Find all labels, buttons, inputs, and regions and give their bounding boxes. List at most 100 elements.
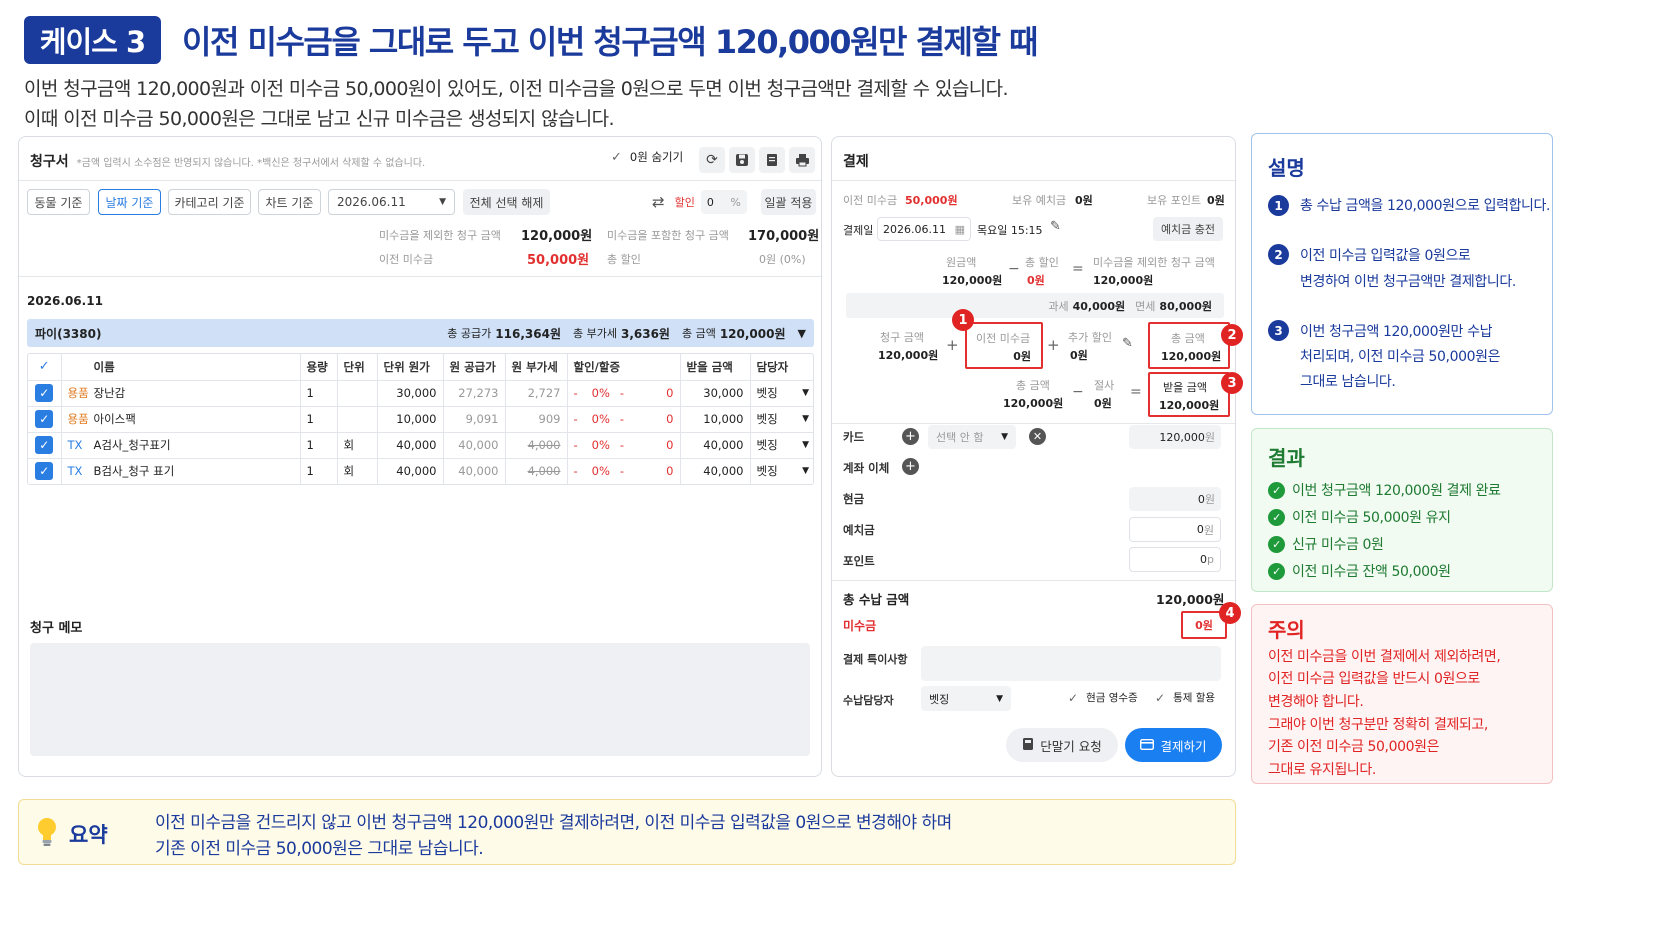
row-disc[interactable]: 0 (666, 438, 673, 452)
row-unit: 회 (337, 432, 378, 459)
row-staff[interactable]: 벳징 (757, 411, 778, 427)
cashier-select[interactable]: 벳징 ▼ (921, 686, 1011, 711)
row-checkbox[interactable]: ✓ (35, 436, 54, 454)
table-row[interactable]: ✓ TX A검사_청구표기 1 회 40,000 40,000 4,000 -0%… (28, 432, 813, 459)
row-type: TX (67, 464, 83, 479)
row-disc[interactable]: 0 (666, 386, 673, 400)
chevron-down-icon[interactable]: ▼ (802, 414, 809, 424)
row-checkbox[interactable]: ✓ (35, 384, 54, 402)
filter-date-button[interactable]: 날짜 기준 (98, 189, 161, 215)
swap-icon[interactable]: ⇄ (652, 193, 665, 211)
row-vat: 909 (505, 406, 568, 433)
combined-checkbox[interactable]: ✓ 통제 할용 (1155, 690, 1215, 705)
card-select[interactable]: 선택 안 함 ▼ (928, 425, 1016, 449)
group-header[interactable]: 파이(3380) 총 공급가 116,364원 총 부가세 3,636원 총 금… (27, 319, 814, 347)
row-qty[interactable]: 1 (300, 458, 338, 484)
add-transfer-icon[interactable]: + (902, 458, 919, 475)
check-circle-icon: ✓ (1268, 535, 1285, 553)
col-unit-price: 단위 원가 (377, 354, 444, 381)
point-pay-input[interactable]: 0p (1129, 547, 1221, 572)
deposit-pay-input[interactable]: 0원 (1129, 517, 1221, 542)
row-pct[interactable]: 0% (592, 412, 610, 426)
row-unit-price[interactable]: 10,000 (377, 406, 444, 433)
deselect-all-button[interactable]: 전체 선택 해제 (463, 189, 550, 215)
row-staff[interactable]: 벳징 (757, 463, 778, 479)
marker-1: 1 (952, 309, 974, 331)
save-icon[interactable] (729, 147, 755, 173)
row-qty[interactable]: 1 (300, 406, 338, 433)
total-received-value: 120,000원 (1156, 592, 1225, 607)
row-unit-price[interactable]: 30,000 (377, 380, 444, 407)
row-disc[interactable]: 0 (666, 464, 673, 478)
charge-deposit-button[interactable]: 예치금 충전 (1153, 217, 1223, 241)
cash-input[interactable]: 0원 (1129, 487, 1221, 511)
row-supply: 40,000 (443, 458, 506, 484)
unpaid-label: 미수금 (843, 619, 877, 633)
filter-animal-button[interactable]: 동물 기준 (27, 189, 90, 215)
row-dash: - (619, 464, 625, 479)
calendar-icon[interactable]: ▦ (955, 223, 965, 236)
terminal-request-button[interactable]: 단말기 요청 (1006, 728, 1118, 762)
exempt-label: 면세 (1135, 299, 1156, 313)
row-amount[interactable]: 10,000 (680, 406, 751, 433)
prev-unpaid-input-value[interactable]: 0원 (1013, 348, 1031, 364)
table-row[interactable]: ✓ 용품 장난감 1 30,000 27,273 2,727 -0% - 0 30,0… (28, 380, 813, 407)
row-pct[interactable]: 0% (592, 386, 610, 400)
cash-receipt-label: 현금 영수증 (1086, 692, 1138, 704)
chevron-down-icon[interactable]: ▼ (802, 466, 809, 476)
row-staff[interactable]: 벳징 (757, 437, 778, 453)
row-qty[interactable]: 1 (300, 432, 338, 459)
filter-category-button[interactable]: 카테고리 기준 (168, 189, 251, 215)
won-unit: 원 (1204, 493, 1215, 506)
group-supply-label: 총 공급가 (447, 327, 492, 340)
row-unit (337, 406, 378, 433)
row-qty[interactable]: 1 (300, 380, 338, 407)
select-all-checkbox[interactable]: ✓ (39, 359, 50, 374)
row-amount[interactable]: 30,000 (680, 380, 751, 407)
group-total-value: 120,000원 (719, 326, 786, 341)
print-icon[interactable] (789, 147, 815, 173)
card-amount-value: 120,000 (1159, 430, 1205, 444)
date-select[interactable]: 2026.06.11 ▼ (328, 189, 455, 215)
point-pay-value: 0 (1200, 553, 1208, 566)
chevron-down-icon[interactable]: ▼ (802, 440, 809, 450)
apply-all-button[interactable]: 일괄 적용 (761, 189, 816, 215)
pencil-icon[interactable]: ✎ (1050, 219, 1061, 234)
clear-card-icon[interactable]: ✕ (1029, 428, 1046, 445)
discount-input[interactable]: 0 % (700, 190, 747, 214)
receipt-icon[interactable] (759, 147, 785, 173)
payment-date-input[interactable]: 2026.06.11 ▦ (877, 217, 971, 241)
filter-chart-button[interactable]: 차트 기준 (258, 189, 321, 215)
payment-notes-input[interactable] (921, 646, 1221, 681)
chevron-down-icon[interactable]: ▼ (798, 327, 806, 340)
total-discount-value: 0원 (1027, 274, 1045, 287)
card-label: 카드 (843, 430, 865, 444)
row-unit-price[interactable]: 40,000 (377, 432, 444, 459)
chevron-down-icon[interactable]: ▼ (802, 388, 809, 398)
cash-receipt-checkbox[interactable]: ✓ 현금 영수증 (1068, 690, 1138, 705)
pay-button[interactable]: 결제하기 (1125, 728, 1222, 762)
minus-sign: − (1008, 261, 1020, 277)
row-amount[interactable]: 40,000 (680, 458, 751, 484)
row-pct[interactable]: 0% (592, 438, 610, 452)
row-disc[interactable]: 0 (666, 412, 673, 426)
prev-unpaid-input-box[interactable]: 이전 미수금 0원 (965, 322, 1043, 369)
result-item-text: 이전 미수금 50,000원 유지 (1292, 510, 1451, 526)
pencil-icon[interactable]: ✎ (1122, 336, 1133, 351)
result-item: ✓ 이전 미수금 50,000원 유지 (1268, 507, 1451, 527)
refresh-icon[interactable]: ⟳ (699, 147, 725, 173)
row-amount[interactable]: 40,000 (680, 432, 751, 459)
lightbulb-icon (35, 816, 59, 848)
add-card-icon[interactable]: + (902, 428, 919, 445)
row-checkbox[interactable]: ✓ (35, 462, 54, 481)
row-unit-price[interactable]: 40,000 (377, 458, 444, 484)
row-checkbox[interactable]: ✓ (35, 410, 54, 428)
card-amount-input[interactable]: 120,000 원 (1129, 425, 1221, 449)
check-circle-icon: ✓ (1268, 481, 1285, 499)
table-row[interactable]: ✓ TX B검사_청구 표기 1 회 40,000 40,000 4,000 -0… (28, 458, 813, 484)
row-pct[interactable]: 0% (592, 464, 610, 478)
memo-textarea[interactable] (30, 643, 810, 756)
hide-zero-toggle[interactable]: ✓ 0원 숨기기 (611, 149, 683, 165)
table-row[interactable]: ✓ 용품 아이스팩 1 10,000 9,091 909 -0% - 0 10,000… (28, 406, 813, 433)
row-staff[interactable]: 벳징 (757, 385, 778, 401)
